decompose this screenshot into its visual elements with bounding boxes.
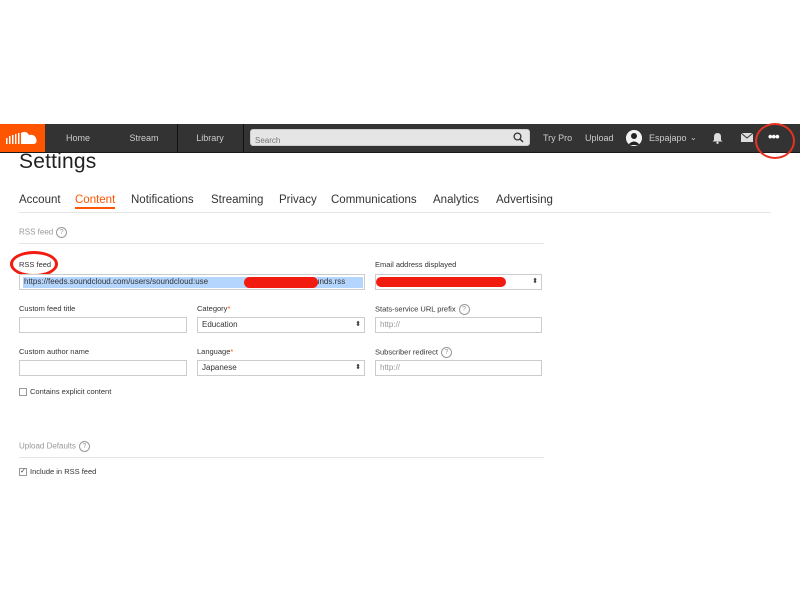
annotation-circle — [755, 123, 795, 159]
soundcloud-logo[interactable] — [0, 124, 45, 152]
rss-feed-url-end: unds.rss — [315, 277, 346, 286]
user-avatar-icon — [626, 130, 642, 146]
section-divider — [19, 243, 544, 244]
select-arrow-icon: ⬍ — [355, 364, 361, 371]
upload-defaults-heading: Upload Defaults? — [19, 441, 90, 452]
upload-link[interactable]: Upload — [585, 124, 614, 152]
bell-icon[interactable] — [712, 132, 723, 144]
category-select[interactable]: Education ⬍ — [197, 317, 365, 333]
tab-analytics[interactable]: Analytics — [433, 194, 479, 206]
select-arrow-icon: ⬍ — [355, 321, 361, 328]
try-pro-link[interactable]: Try Pro — [543, 124, 572, 152]
nav-library[interactable]: Library — [177, 124, 244, 152]
upload-defaults-heading-text: Upload Defaults — [19, 441, 76, 451]
explicit-content-label: Contains explicit content — [30, 387, 112, 396]
tab-content[interactable]: Content — [75, 194, 116, 209]
subscriber-redirect-input[interactable]: http:// — [375, 360, 542, 376]
tab-communications[interactable]: Communications — [331, 194, 417, 206]
custom-feed-title-label: Custom feed title — [19, 304, 76, 313]
custom-author-input[interactable] — [19, 360, 187, 376]
rss-section-heading-text: RSS feed — [19, 227, 54, 237]
category-label: Category* — [197, 304, 231, 313]
rss-section-heading: RSS feed? — [19, 227, 68, 238]
nav-stream[interactable]: Stream — [111, 124, 178, 152]
search-icon[interactable] — [513, 132, 524, 143]
subscriber-redirect-label-text: Subscriber redirect — [375, 347, 438, 357]
include-rss-checkbox[interactable]: ✓ — [19, 468, 27, 476]
redaction-mark — [244, 277, 318, 288]
search-input[interactable] — [251, 133, 501, 148]
stats-service-label: Stats-service URL prefix? — [375, 304, 470, 315]
chevron-down-icon[interactable]: ⌄ — [690, 124, 697, 152]
mail-icon[interactable] — [741, 133, 753, 142]
email-displayed-label: Email address displayed — [375, 260, 457, 269]
help-icon[interactable]: ? — [78, 441, 90, 452]
rss-feed-url-field[interactable]: https://feeds.soundcloud.com/users/sound… — [19, 274, 365, 290]
tab-privacy[interactable]: Privacy — [279, 194, 317, 206]
custom-author-label: Custom author name — [19, 347, 90, 356]
username-menu[interactable]: Espajapo — [649, 124, 687, 152]
custom-feed-title-input[interactable] — [19, 317, 187, 333]
email-displayed-select[interactable]: ⬍ — [375, 274, 542, 290]
language-label-text: Language — [197, 347, 231, 356]
help-icon[interactable]: ? — [458, 304, 470, 315]
page-title: Settings — [19, 150, 97, 173]
subscriber-redirect-label: Subscriber redirect? — [375, 347, 452, 358]
language-select[interactable]: Japanese ⬍ — [197, 360, 365, 376]
language-value: Japanese — [202, 363, 237, 372]
nav-home[interactable]: Home — [45, 124, 112, 152]
tab-notifications[interactable]: Notifications — [131, 194, 194, 206]
category-label-text: Category — [197, 304, 228, 313]
select-arrow-icon: ⬍ — [532, 278, 538, 285]
redaction-mark — [376, 277, 506, 287]
stats-service-url-input[interactable]: http:// — [375, 317, 542, 333]
category-value: Education — [202, 320, 238, 329]
cloud-icon — [6, 131, 37, 144]
language-label: Language* — [197, 347, 234, 356]
section-divider — [19, 457, 544, 458]
stats-service-label-text: Stats-service URL prefix — [375, 304, 456, 314]
tabs-divider — [19, 212, 771, 213]
explicit-content-checkbox[interactable] — [19, 388, 27, 396]
avatar[interactable] — [626, 130, 642, 146]
help-icon[interactable]: ? — [440, 347, 452, 358]
help-icon[interactable]: ? — [56, 227, 68, 238]
top-navigation-bar: Home Stream Library Try Pro Upload Espaj… — [0, 124, 800, 153]
tab-advertising[interactable]: Advertising — [496, 194, 553, 206]
search-box — [250, 129, 530, 148]
tab-account[interactable]: Account — [19, 194, 61, 206]
include-rss-label: Include in RSS feed — [30, 467, 97, 476]
rss-feed-url-start: https://feeds.soundcloud.com/users/sound… — [24, 277, 209, 286]
tab-streaming[interactable]: Streaming — [211, 194, 263, 206]
